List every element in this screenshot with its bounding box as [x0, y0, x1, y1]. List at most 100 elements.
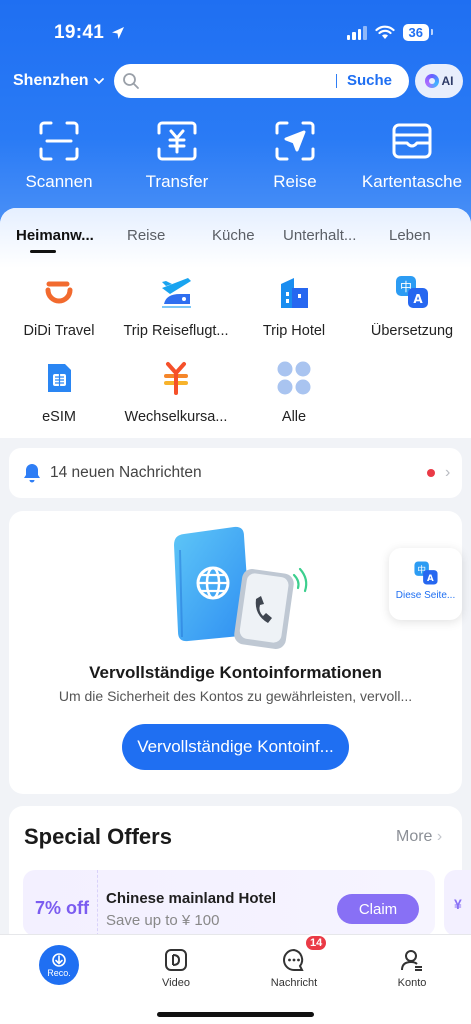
- passport-phone-illustration: [174, 526, 308, 649]
- quick-action-travel[interactable]: Reise: [240, 120, 350, 192]
- svg-text:A: A: [413, 292, 423, 306]
- city-label: Shenzhen: [13, 72, 89, 89]
- app-esim[interactable]: eSIM: [0, 360, 119, 425]
- app-label: Übersetzung: [370, 323, 454, 339]
- unread-dot: [427, 469, 435, 477]
- app-label: Alle: [281, 409, 307, 425]
- offer-name: Chinese mainland Hotel: [106, 890, 277, 907]
- didi-icon: [45, 281, 73, 304]
- location-arrow-icon: [112, 27, 125, 39]
- flight-train-icon: [162, 278, 191, 308]
- wallet-icon: [392, 123, 432, 159]
- translate-page-button[interactable]: 中 A Diese Seite...: [389, 548, 462, 620]
- yuan-transfer-icon: [157, 121, 197, 161]
- esim-icon: [48, 364, 71, 392]
- card-subtitle: Um die Sicherheit des Kontos zu gewährle…: [58, 688, 413, 704]
- offer-peek-glyph: ¥: [454, 896, 462, 912]
- hotel-icon: [281, 278, 308, 308]
- exchange-icon: [164, 362, 188, 395]
- tab-home[interactable]: Heimanw...: [16, 227, 94, 244]
- status-icons: 36: [346, 24, 434, 41]
- chevron-right-icon: ›: [445, 464, 451, 481]
- app-label: Wechselkursa...: [124, 409, 228, 425]
- quick-action-wallet[interactable]: Kartentasche: [357, 120, 467, 192]
- app-translate[interactable]: 中 A Übersetzung: [352, 274, 471, 339]
- search-icon: [123, 73, 139, 89]
- signal-icon: [346, 25, 367, 40]
- translate-icon: 中 A: [413, 561, 438, 585]
- chevron-right-icon: ›: [436, 828, 443, 845]
- special-offers-section: Special Offers More › 7% off Chinese mai…: [9, 806, 471, 946]
- app-label: Trip Hotel: [262, 323, 326, 339]
- card-title: Vervollständige Kontoinformationen: [89, 663, 382, 682]
- tab-label: Nachricht: [270, 977, 318, 989]
- bell-icon: [24, 464, 40, 483]
- claim-button[interactable]: Claim: [337, 894, 419, 924]
- tab-label: Video: [162, 977, 190, 989]
- tab-travel[interactable]: Reise: [127, 227, 165, 244]
- battery-indicator: 36: [402, 24, 434, 41]
- message-icon: [283, 948, 304, 971]
- quick-actions: Scannen Transfer Reise Kartentasche: [0, 120, 471, 200]
- status-bar: 19:41 36: [0, 0, 471, 60]
- quick-action-transfer[interactable]: Transfer: [122, 120, 232, 192]
- more-link[interactable]: More ›: [396, 828, 442, 846]
- bottom-tab-bar: Reco. Video Nachricht Konto: [0, 934, 471, 1024]
- wifi-icon: [374, 25, 395, 39]
- home-indicator: [157, 1012, 314, 1017]
- app-label: DiDi Travel: [23, 323, 95, 339]
- app-trip-hotel[interactable]: Trip Hotel: [234, 274, 354, 339]
- offer-discount: 7% off: [35, 898, 89, 918]
- tab-food[interactable]: Küche: [212, 227, 255, 244]
- notification-bar[interactable]: 14 neuen Nachrichten ›: [9, 448, 462, 498]
- app-trip-flight[interactable]: Trip Reiseflugt...: [116, 274, 236, 339]
- city-selector[interactable]: Shenzhen: [13, 72, 105, 90]
- section-heading: Special Offers: [24, 824, 172, 849]
- offer-card-next[interactable]: ¥: [444, 870, 471, 936]
- search-bar[interactable]: Suche: [114, 64, 409, 98]
- video-icon: [165, 949, 187, 971]
- quick-action-label: Scannen: [25, 172, 93, 191]
- complete-account-button[interactable]: Vervollständige Kontoinf...: [122, 724, 349, 770]
- tab-life[interactable]: Leben: [389, 227, 431, 244]
- travel-arrow-icon: [275, 121, 315, 161]
- translate-label: Diese Seite...: [395, 590, 456, 601]
- app-label: Trip Reiseflugt...: [123, 323, 229, 339]
- tab-entertainment[interactable]: Unterhalt...: [283, 227, 356, 244]
- more-label: More: [396, 828, 433, 845]
- active-tab-indicator: [30, 250, 56, 253]
- quick-action-label: Kartentasche: [361, 172, 463, 191]
- time-text: 19:41: [54, 22, 105, 43]
- app-label: eSIM: [42, 409, 76, 425]
- quick-action-label: Reise: [273, 172, 317, 191]
- ai-orb-icon: [424, 74, 439, 88]
- all-apps-icon: [277, 361, 311, 395]
- tab-account[interactable]: Konto: [367, 941, 457, 989]
- app-didi[interactable]: DiDi Travel: [0, 274, 119, 339]
- quick-action-scan[interactable]: Scannen: [4, 120, 114, 192]
- ai-label: AI: [441, 74, 454, 88]
- tab-label: Reco.: [47, 968, 71, 978]
- status-time: 19:41: [54, 22, 126, 44]
- offer-description: Save up to ¥ 100: [106, 912, 220, 929]
- category-tabs: Heimanw... Reise Küche Unterhalt... Lebe…: [0, 227, 471, 257]
- svg-text:A: A: [426, 574, 433, 584]
- scan-icon: [39, 121, 79, 161]
- ai-assistant-button[interactable]: AI: [415, 64, 463, 98]
- offer-divider: [97, 870, 98, 936]
- chevron-down-icon: [93, 78, 104, 85]
- translate-icon: 中 A: [396, 276, 428, 308]
- quick-action-label: Transfer: [145, 172, 209, 191]
- search-input[interactable]: [146, 70, 336, 92]
- tab-reco[interactable]: Reco.: [14, 941, 104, 985]
- offer-card[interactable]: 7% off Chinese mainland Hotel Save up to…: [23, 870, 435, 936]
- search-divider: [336, 74, 337, 88]
- tab-video[interactable]: Video: [131, 941, 221, 989]
- reco-icon: Reco.: [39, 945, 79, 985]
- account-icon: [401, 950, 422, 971]
- notification-text: 14 neuen Nachrichten: [50, 464, 202, 481]
- tab-label: Konto: [397, 977, 427, 989]
- app-exchange-rate[interactable]: Wechselkursa...: [116, 360, 236, 425]
- search-button[interactable]: Suche: [347, 72, 392, 89]
- app-all[interactable]: Alle: [234, 360, 354, 425]
